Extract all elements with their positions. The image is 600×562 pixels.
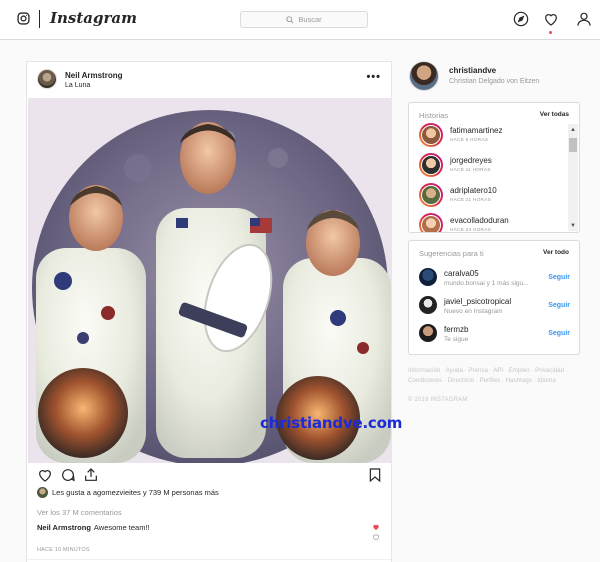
story-item[interactable]: fatimamartinez HACE 6 HORAS (419, 123, 569, 149)
search-placeholder: Buscar (298, 15, 322, 24)
suggestions-panel: Sugerencias para ti Ver todo caralva05 m… (408, 240, 580, 355)
suggestion-item: javiel_psicotropical Nuevo en Instagram … (419, 295, 570, 317)
likes-text: Les gusta a agomezvieites y 739 M person… (52, 488, 219, 497)
story-avatar (421, 125, 441, 145)
copyright: © 2019 INSTAGRAM (408, 397, 468, 403)
post-author-name[interactable]: Neil Armstrong (65, 71, 123, 80)
save-bookmark-icon[interactable] (367, 467, 383, 483)
stories-title: Historias (419, 111, 449, 120)
current-user-avatar[interactable] (409, 61, 439, 91)
suggestions-see-all-link[interactable]: Ver todo (543, 249, 569, 256)
liker-avatar (37, 487, 48, 498)
scroll-down-arrow-icon[interactable]: ▼ (570, 223, 576, 229)
post-caption: Neil Armstrong Awesome team!! (37, 523, 150, 532)
suggestion-username[interactable]: javiel_psicotropical (444, 297, 511, 306)
follow-button[interactable]: Seguir (548, 330, 570, 337)
story-ring (419, 183, 443, 207)
story-ring (419, 213, 443, 232)
current-user-username[interactable]: christiandve (449, 66, 496, 75)
story-item[interactable]: adriplatero10 HACE 21 HORAS (419, 183, 569, 209)
caption-text: Awesome team!! (93, 523, 150, 532)
post-header: Neil Armstrong La Luna ••• (27, 62, 391, 97)
divider (27, 559, 391, 560)
comment-bubble-icon[interactable] (60, 467, 76, 483)
notification-dot (549, 31, 552, 34)
story-item[interactable]: evacolladoduran HACE 23 HORAS (419, 213, 569, 233)
post-location[interactable]: La Luna (65, 82, 90, 89)
story-avatar (421, 215, 441, 232)
more-options-icon[interactable]: ••• (366, 71, 381, 83)
comment-liked-heart-icon[interactable] (372, 523, 380, 531)
comment-like-heart-icon[interactable] (372, 533, 380, 541)
stories-see-all-link[interactable]: Ver todas (540, 111, 569, 118)
instagram-camera-icon[interactable] (17, 12, 30, 25)
suggestion-context: Nuevo en Instagram (444, 308, 503, 315)
current-user-fullname: Christian Delgado von Eitzen (449, 78, 540, 85)
activity-heart-icon[interactable] (543, 11, 559, 27)
brand-divider (39, 10, 40, 28)
follow-button[interactable]: Seguir (548, 302, 570, 309)
explore-compass-icon[interactable] (513, 11, 529, 27)
suggestion-avatar[interactable] (419, 296, 437, 314)
stories-scrollbar[interactable]: ▲ ▼ (568, 124, 578, 231)
story-time: HACE 23 HORAS (450, 228, 491, 233)
suggestion-username[interactable]: caralva05 (444, 269, 479, 278)
scroll-thumb[interactable] (569, 138, 577, 152)
search-icon (286, 15, 294, 24)
astronauts-photo (28, 98, 392, 463)
story-avatar (421, 155, 441, 175)
suggestion-item: fermzb Te sigue Seguir (419, 323, 570, 345)
follow-button[interactable]: Seguir (548, 274, 570, 281)
story-username: evacolladoduran (450, 216, 509, 225)
story-username: adriplatero10 (450, 186, 497, 195)
suggestion-item: caralva05 mundo.bonsai y 1 más sigu... S… (419, 267, 570, 289)
story-username: fatimamartinez (450, 126, 503, 135)
like-heart-icon[interactable] (37, 467, 53, 483)
story-time: HACE 21 HORAS (450, 198, 491, 203)
profile-person-icon[interactable] (576, 11, 592, 27)
story-ring (419, 153, 443, 177)
story-avatar (421, 185, 441, 205)
story-item[interactable]: jorgedreyes HACE 11 HORAS (419, 153, 569, 179)
suggestion-username[interactable]: fermzb (444, 325, 468, 334)
share-icon[interactable] (83, 467, 99, 483)
suggestions-title: Sugerencias para ti (419, 249, 484, 258)
photo-watermark: christiandve.com (260, 414, 403, 432)
footer-links[interactable]: Información · Ayuda · Prensa · API · Emp… (408, 366, 583, 386)
post-author-avatar[interactable] (37, 69, 57, 89)
instagram-logo[interactable]: Instagram (50, 9, 137, 27)
suggestion-context: Te sigue (444, 336, 469, 343)
story-username: jorgedreyes (450, 156, 492, 165)
post-timestamp: HACE 10 MINUTOS (37, 547, 90, 553)
suggestion-avatar[interactable] (419, 324, 437, 342)
story-time: HACE 6 HORAS (450, 138, 489, 143)
suggestion-avatar[interactable] (419, 268, 437, 286)
post-photo[interactable] (28, 98, 392, 463)
search-input[interactable]: Buscar (240, 11, 368, 28)
stories-panel: Historias Ver todas fatimamartinez HACE … (408, 102, 580, 233)
view-comments-link[interactable]: Ver los 37 M comentarios (37, 508, 122, 517)
feed-post: Neil Armstrong La Luna ••• christiandve.… (26, 61, 402, 562)
post-actions (27, 464, 391, 486)
top-navigation-bar: Instagram Buscar (0, 0, 600, 40)
caption-author[interactable]: Neil Armstrong (37, 523, 91, 532)
suggestion-context: mundo.bonsai y 1 más sigu... (444, 280, 529, 287)
likes-summary[interactable]: Les gusta a agomezvieites y 739 M person… (37, 487, 219, 498)
scroll-up-arrow-icon[interactable]: ▲ (570, 127, 576, 133)
story-time: HACE 11 HORAS (450, 168, 491, 173)
story-ring (419, 123, 443, 147)
